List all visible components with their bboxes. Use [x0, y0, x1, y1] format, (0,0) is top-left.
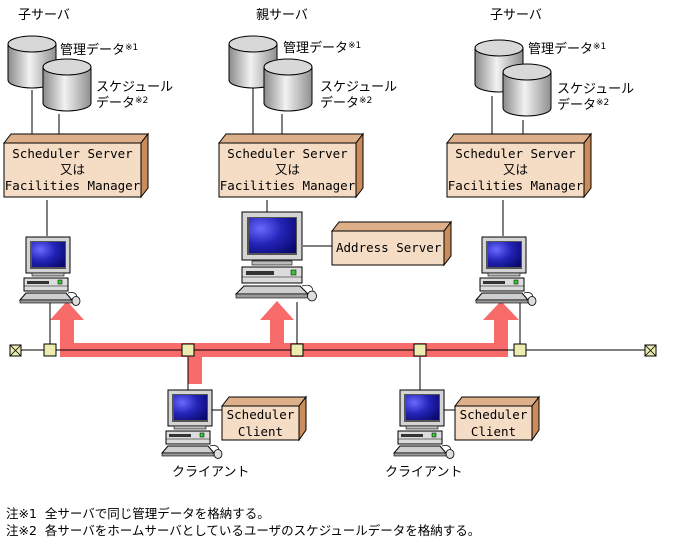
scheduler-client-box: Scheduler Client: [453, 395, 541, 442]
svg-text:Scheduler Server: Scheduler Server: [227, 146, 348, 161]
db1-label: 管理データ※1: [528, 41, 606, 57]
note-text: 各サーバをホームサーバとしているユーザのスケジュールデータを格納する。: [44, 523, 481, 538]
svg-text:Facilities Manager: Facilities Manager: [448, 178, 584, 193]
computer-icon: [161, 389, 223, 459]
scheduler-server-box: Scheduler Server 又は Facilities Manager: [2, 132, 150, 199]
network-diagram: 子サーバ 管理データ※1 スケジュール データ※2 Scheduler Serv…: [2, 8, 657, 480]
child-server-left: 子サーバ 管理データ※1 スケジュール データ※2 Scheduler Serv…: [2, 8, 173, 306]
db2-label-line1: スケジュール: [96, 80, 173, 95]
db1-label: 管理データ※1: [60, 42, 138, 58]
db2-label-line1: スケジュール: [557, 82, 634, 97]
svg-text:又は: 又は: [60, 162, 85, 177]
client-caption: クライアント: [385, 465, 462, 480]
child-server-right: 子サーバ 管理データ※1 スケジュール データ※2 Scheduler Serv…: [445, 8, 634, 306]
terminator-left: [9, 344, 22, 357]
db2-label-line2: データ※2: [96, 95, 148, 111]
server-title: 子サーバ: [490, 8, 542, 23]
note-mark: 注※2: [6, 523, 37, 538]
client-left: Scheduler Client クライアント: [161, 389, 308, 480]
svg-text:Scheduler Server: Scheduler Server: [12, 146, 133, 161]
db2-label-line2: データ※2: [320, 95, 372, 111]
parent-server: 親サーバ 管理データ※1 スケジュール データ※2 Scheduler Serv…: [217, 8, 453, 302]
svg-text:Scheduler Server: Scheduler Server: [455, 146, 576, 161]
client-caption: クライアント: [172, 465, 249, 480]
schedule-data-db-icon: [502, 63, 552, 117]
svg-text:Facilities Manager: Facilities Manager: [220, 178, 356, 193]
db1-label: 管理データ※1: [283, 40, 361, 56]
computer-icon: [393, 389, 455, 459]
server-title: 親サーバ: [256, 8, 308, 23]
svg-text:Client: Client: [471, 424, 516, 439]
data-flow-arrows: [50, 301, 519, 384]
node: [43, 343, 57, 357]
scheduler-server-box: Scheduler Server 又は Facilities Manager: [445, 132, 593, 199]
schedule-data-db-icon: [263, 58, 313, 112]
node: [290, 343, 304, 357]
client-right: Scheduler Client クライアント: [385, 389, 541, 480]
svg-text:Scheduler: Scheduler: [227, 407, 295, 422]
scheduler-client-box: Scheduler Client: [220, 395, 308, 442]
node: [513, 343, 527, 357]
note-mark: 注※1: [6, 506, 37, 521]
db2-label-line1: スケジュール: [320, 80, 397, 95]
server-title: 子サーバ: [18, 8, 70, 23]
computer-icon: [19, 236, 81, 306]
arrow-to-parent-server: [260, 301, 294, 320]
node: [181, 343, 195, 357]
svg-text:Scheduler: Scheduler: [460, 407, 528, 422]
scheduler-server-box: Scheduler Server 又は Facilities Manager: [217, 132, 365, 199]
address-server-box: Address Server: [330, 220, 453, 267]
svg-text:Address Server: Address Server: [336, 240, 442, 255]
svg-text:Facilities Manager: Facilities Manager: [5, 178, 141, 193]
svg-text:又は: 又は: [275, 162, 300, 177]
computer-icon: [235, 211, 317, 302]
svg-text:Client: Client: [238, 424, 283, 439]
schedule-data-db-icon: [42, 58, 92, 112]
arrow-to-child-server-2: [483, 301, 519, 320]
svg-text:又は: 又は: [503, 162, 528, 177]
note-text: 全サーバで同じ管理データを格納する。: [44, 506, 270, 521]
db2-label-line2: データ※2: [557, 97, 609, 113]
computer-icon: [475, 236, 537, 306]
note-2: 注※2 各サーバをホームサーバとしているユーザのスケジュールデータを格納する。: [6, 520, 480, 539]
terminator-right: [644, 344, 657, 357]
node: [413, 343, 427, 357]
